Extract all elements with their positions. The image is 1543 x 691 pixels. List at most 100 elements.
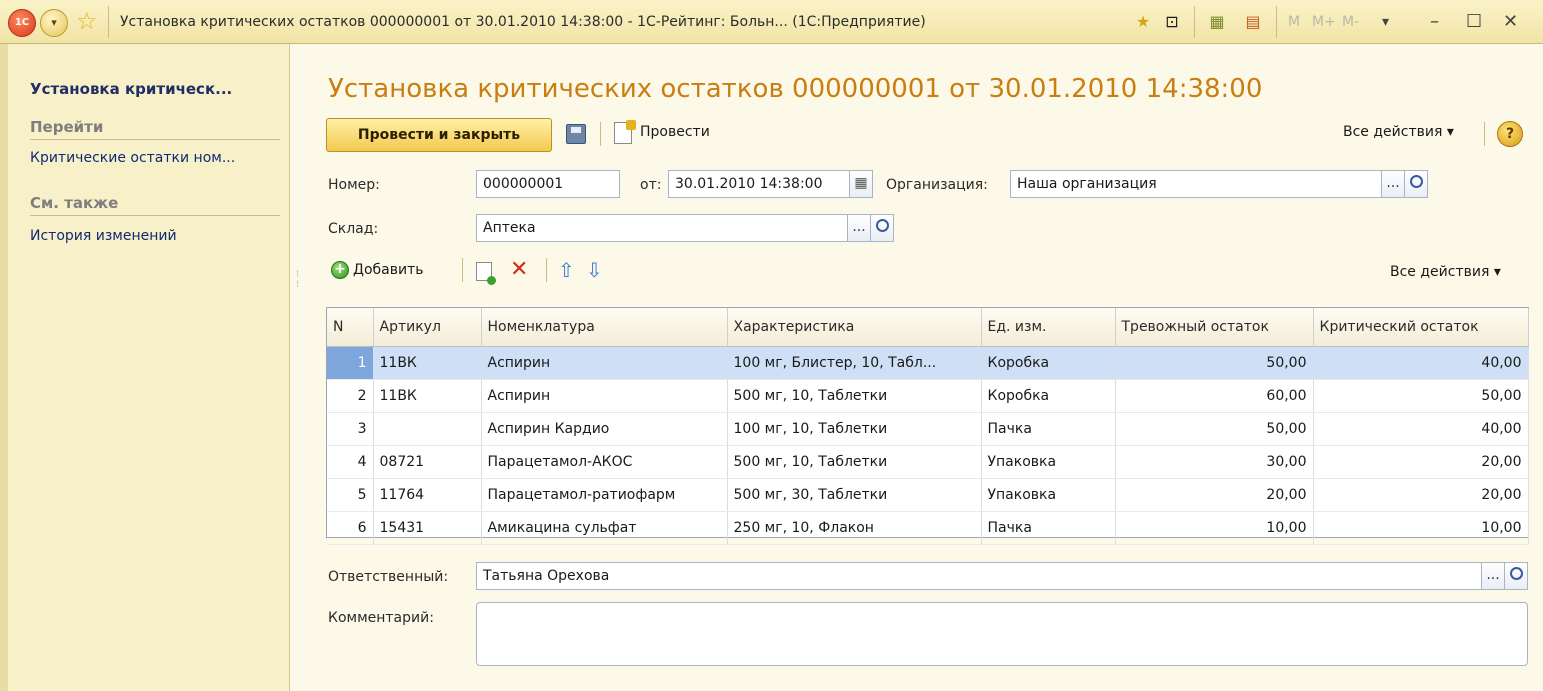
window-menu-chevron-icon[interactable]: ▾ (1382, 0, 1389, 44)
cell-alarm[interactable]: 50,00 (1115, 346, 1314, 380)
cell-critical[interactable]: 40,00 (1313, 412, 1529, 446)
column-header-article[interactable]: Артикул (373, 308, 482, 347)
organization-field[interactable]: Наша организация (1010, 170, 1382, 198)
minimize-icon[interactable]: – (1430, 0, 1439, 44)
column-header-characteristic[interactable]: Характеристика (727, 308, 982, 347)
cell-unit[interactable]: Упаковка (981, 478, 1116, 512)
cell-alarm[interactable]: 50,00 (1115, 412, 1314, 446)
cell-unit[interactable]: Пачка (981, 511, 1116, 545)
cell-alarm[interactable]: 60,00 (1115, 379, 1314, 413)
warehouse-select-button[interactable]: ... (847, 214, 871, 242)
cell-item[interactable]: Амикацина сульфат (481, 511, 728, 545)
column-header-unit[interactable]: Ед. изм. (981, 308, 1116, 347)
calendar-picker-icon[interactable]: ▦ (849, 170, 873, 198)
cell-alarm[interactable]: 20,00 (1115, 478, 1314, 512)
cell-characteristic[interactable]: 500 мг, 30, Таблетки (727, 478, 982, 512)
warehouse-open-button[interactable] (870, 214, 894, 242)
delete-row-icon[interactable]: ✕ (510, 256, 528, 284)
table-row[interactable]: 2 11ВК Аспирин 500 мг, 10, Таблетки Коробка 6… (327, 379, 1529, 413)
cell-item[interactable]: Аспирин (481, 379, 728, 413)
sidebar-item-change-history[interactable]: История изменений (30, 228, 177, 244)
post-document-icon[interactable] (614, 120, 636, 144)
items-table[interactable]: N Артикул Номенклатура Характеристика Ед… (326, 307, 1529, 545)
cell-unit[interactable]: Пачка (981, 412, 1116, 446)
cell-article[interactable]: 11764 (373, 478, 482, 512)
cell-item[interactable]: Аспирин Кардио (481, 412, 728, 446)
memory-m-button[interactable]: M (1288, 0, 1300, 44)
add-row-icon[interactable]: + (331, 261, 349, 279)
cell-characteristic[interactable]: 100 мг, 10, Таблетки (727, 412, 982, 446)
cell-article[interactable]: 15431 (373, 511, 482, 545)
add-to-favorites-icon[interactable]: ★ (1132, 10, 1154, 34)
cell-n[interactable]: 2 (327, 379, 374, 413)
responsible-field[interactable]: Татьяна Орехова (476, 562, 1482, 590)
cell-item[interactable]: Парацетамол-ратиофарм (481, 478, 728, 512)
number-field[interactable]: 000000001 (476, 170, 620, 198)
save-icon[interactable] (566, 124, 586, 144)
cell-unit[interactable]: Коробка (981, 346, 1116, 380)
post-button[interactable]: Провести (640, 124, 710, 140)
cell-unit[interactable]: Упаковка (981, 445, 1116, 479)
cell-critical[interactable]: 40,00 (1313, 346, 1529, 380)
column-header-alarm-stock[interactable]: Тревожный остаток (1115, 308, 1314, 347)
main-menu-icon[interactable]: ▾ (40, 9, 68, 37)
table-row[interactable]: 4 08721 Парацетамол-АКОС 500 мг, 10, Таблет… (327, 445, 1529, 479)
column-header-n[interactable]: N (327, 308, 374, 347)
maximize-icon[interactable]: ☐ (1466, 0, 1482, 44)
calendar-icon[interactable]: ▤ (1242, 10, 1264, 34)
cell-critical[interactable]: 10,00 (1313, 511, 1529, 545)
cell-item[interactable]: Аспирин (481, 346, 728, 380)
close-icon[interactable]: ✕ (1503, 0, 1518, 44)
table-row[interactable]: 1 11ВК Аспирин 100 мг, Блистер, 10, Табл...… (327, 346, 1529, 380)
move-down-icon[interactable]: ⇩ (586, 256, 603, 284)
table-all-actions-menu[interactable]: Все действия ▾ (1390, 264, 1501, 280)
cell-article[interactable] (373, 412, 482, 446)
responsible-open-button[interactable] (1504, 562, 1528, 590)
cell-alarm[interactable]: 10,00 (1115, 511, 1314, 545)
cell-characteristic[interactable]: 500 мг, 10, Таблетки (727, 445, 982, 479)
cell-critical[interactable]: 20,00 (1313, 445, 1529, 479)
help-icon[interactable]: ? (1497, 121, 1523, 147)
warehouse-field[interactable]: Аптека (476, 214, 848, 242)
copy-row-icon[interactable] (476, 262, 496, 285)
responsible-select-button[interactable]: ... (1481, 562, 1505, 590)
comment-field[interactable] (476, 602, 1528, 666)
cell-n[interactable]: 1 (327, 346, 374, 380)
cell-item[interactable]: Парацетамол-АКОС (481, 445, 728, 479)
memory-m-minus-button[interactable]: M- (1342, 0, 1359, 44)
cell-n[interactable]: 5 (327, 478, 374, 512)
all-actions-menu[interactable]: Все действия ▾ (1343, 124, 1454, 140)
organization-select-button[interactable]: ... (1381, 170, 1405, 198)
sidebar-item-critical-stock-items[interactable]: Критические остатки ном... (30, 150, 235, 166)
bookmark-icon[interactable]: ⊡ (1162, 10, 1182, 34)
cell-n[interactable]: 4 (327, 445, 374, 479)
calculator-icon[interactable]: ▦ (1206, 10, 1228, 34)
cell-critical[interactable]: 50,00 (1313, 379, 1529, 413)
cell-characteristic[interactable]: 250 мг, 10, Флакон (727, 511, 982, 545)
cell-characteristic[interactable]: 100 мг, Блистер, 10, Табл... (727, 346, 982, 380)
date-field[interactable]: 30.01.2010 14:38:00 (668, 170, 850, 198)
panel-resize-grip[interactable]: ⁝ ⁝ (296, 270, 300, 290)
cell-article[interactable]: 11ВК (373, 379, 482, 413)
cell-critical[interactable]: 20,00 (1313, 478, 1529, 512)
table-row[interactable]: 3 Аспирин Кардио 100 мг, 10, Таблетки Пачка… (327, 412, 1529, 446)
memory-m-plus-button[interactable]: M+ (1312, 0, 1336, 44)
cell-alarm[interactable]: 30,00 (1115, 445, 1314, 479)
cell-characteristic[interactable]: 500 мг, 10, Таблетки (727, 379, 982, 413)
cell-unit[interactable]: Коробка (981, 379, 1116, 413)
cell-article[interactable]: 11ВК (373, 346, 482, 380)
add-row-button[interactable]: Добавить (353, 262, 423, 278)
app-logo-icon[interactable]: 1С (8, 9, 36, 37)
column-header-critical-stock[interactable]: Критический остаток (1313, 308, 1529, 347)
post-and-close-button[interactable]: Провести и закрыть (326, 118, 552, 152)
cell-n[interactable]: 6 (327, 511, 374, 545)
move-up-icon[interactable]: ⇧ (558, 256, 575, 284)
organization-open-button[interactable] (1404, 170, 1428, 198)
cell-n[interactable]: 3 (327, 412, 374, 446)
column-header-item[interactable]: Номенклатура (481, 308, 728, 347)
table-row[interactable]: 5 11764 Парацетамол-ратиофарм 500 мг, 30, Т… (327, 478, 1529, 512)
cell-article[interactable]: 08721 (373, 445, 482, 479)
navigation-panel-title[interactable]: Установка критическ... (30, 80, 232, 98)
table-row[interactable]: 6 15431 Амикацина сульфат 250 мг, 10, Флако… (327, 511, 1529, 545)
favorites-star-icon[interactable]: ☆ (76, 6, 98, 36)
